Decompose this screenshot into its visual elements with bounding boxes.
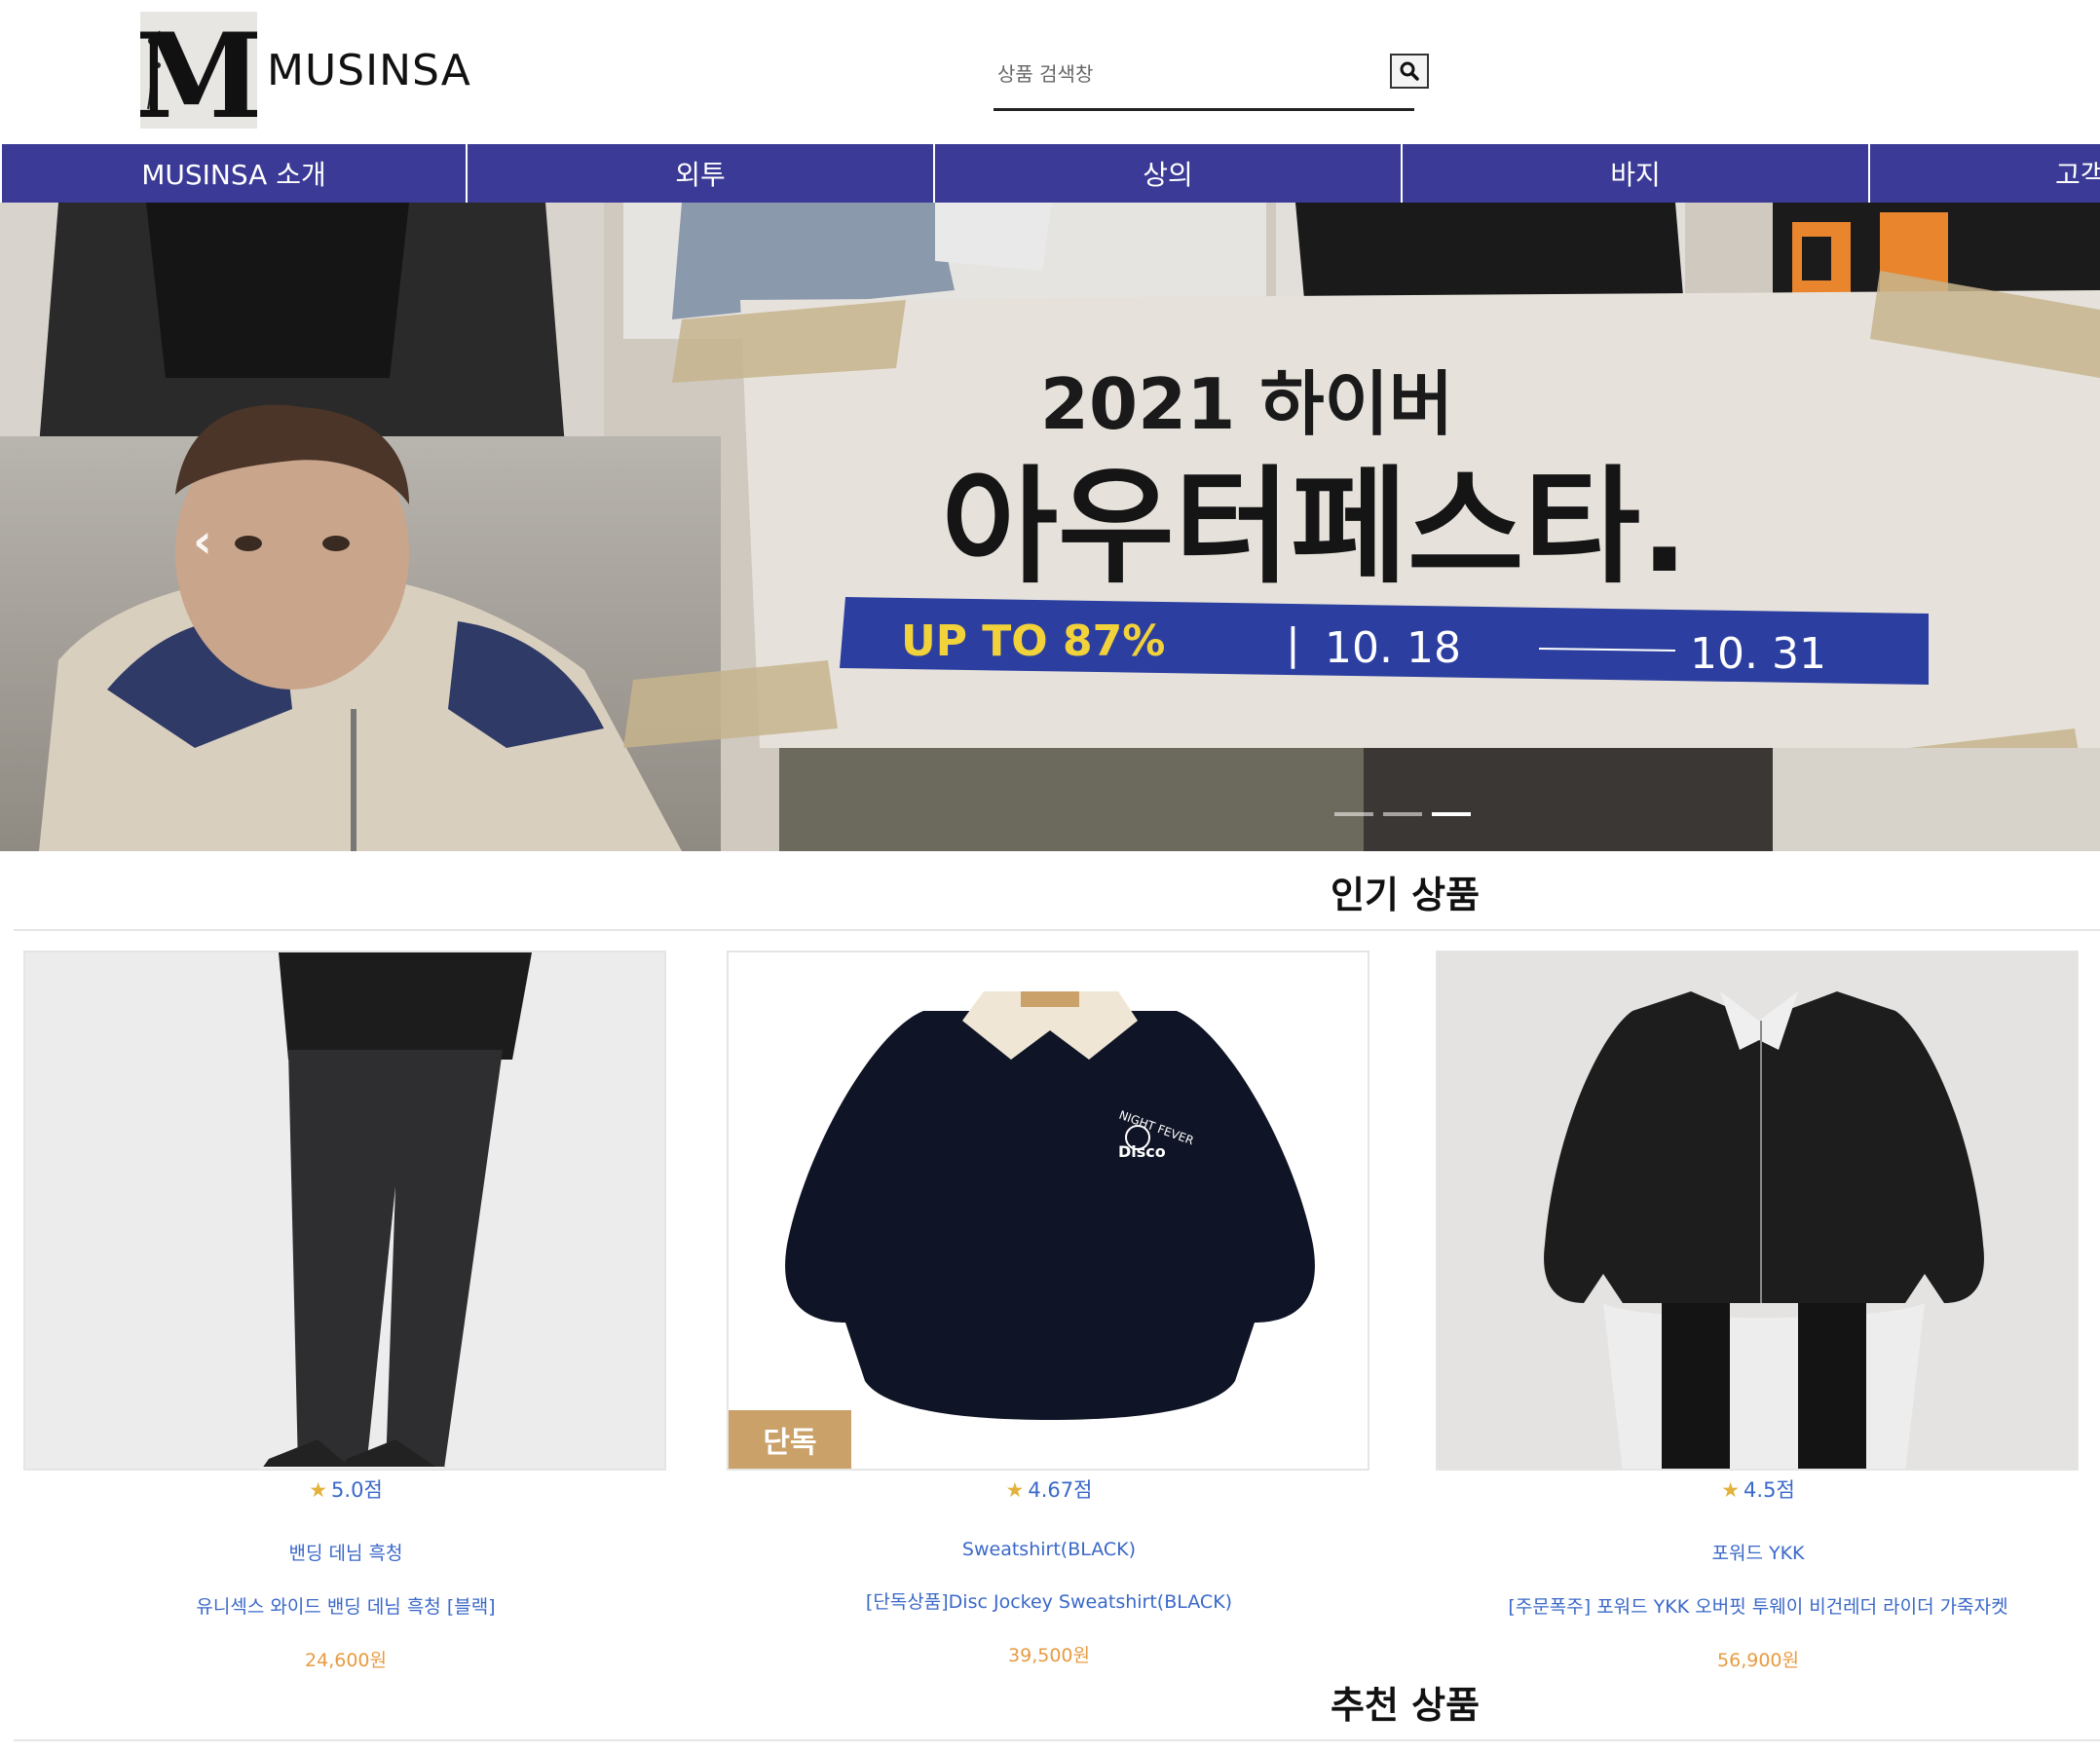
product-price: 56,900원 bbox=[1717, 1650, 1799, 1671]
banner-prev-arrow[interactable]: ‹ bbox=[193, 514, 212, 569]
product-brand[interactable]: 밴딩 데님 흑청 bbox=[23, 1539, 668, 1565]
nav-label: 상의 bbox=[1143, 159, 1193, 191]
banner-period-end: 10. 31 bbox=[1690, 629, 1826, 679]
banner-promo: UP TO 87% bbox=[901, 616, 1165, 666]
nav-label: 고객 bbox=[2055, 159, 2100, 191]
logo-letter: M bbox=[140, 12, 257, 129]
recommended-divider bbox=[14, 1739, 2100, 1741]
product-image[interactable] bbox=[23, 951, 666, 1471]
product-card-3[interactable]: ★ 4.5점 포워드 YKK [주문폭주] 포워드 YKK 오버핏 투웨이 비건레… bbox=[1436, 951, 2081, 1672]
search-button[interactable] bbox=[1390, 54, 1429, 89]
star-icon: ★ bbox=[1005, 1478, 1025, 1502]
hero-banner[interactable]: 2021 하이버 아우터페스타. UP TO 87% | 10. 18 10. … bbox=[0, 203, 2100, 851]
search-bar bbox=[994, 47, 1429, 111]
popular-section-title: 인기 상품 bbox=[1331, 874, 1481, 916]
product-image[interactable]: NIGHT FEVER Disco 단독 bbox=[727, 951, 1369, 1471]
star-icon: ★ bbox=[309, 1478, 328, 1502]
banner-indicator-1[interactable] bbox=[1334, 812, 1373, 816]
print-bottom: Disco bbox=[1118, 1142, 1166, 1161]
product-price: 39,500원 bbox=[1008, 1645, 1090, 1666]
product-name[interactable]: [단독상품]Disc Jockey Sweatshirt(BLACK) bbox=[727, 1587, 1371, 1614]
logo-text: MUSINSA bbox=[267, 45, 471, 95]
product-rating: ★ 4.5점 bbox=[1721, 1478, 1795, 1502]
product-name[interactable]: 유니섹스 와이드 밴딩 데님 흑청 [블랙] bbox=[23, 1592, 668, 1619]
nav-item-customer[interactable]: 고객 bbox=[1870, 144, 2100, 203]
nav-item-outer[interactable]: 외투 bbox=[468, 144, 935, 203]
banner-image: 2021 하이버 아우터페스타. UP TO 87% | 10. 18 10. … bbox=[0, 203, 2100, 851]
product-image[interactable] bbox=[1436, 951, 2079, 1471]
recommended-section-title: 추천 상품 bbox=[1331, 1684, 1481, 1727]
nav-label: 외투 bbox=[675, 159, 726, 191]
product-card-1[interactable]: ★ 5.0점 밴딩 데님 흑청 유니섹스 와이드 밴딩 데님 흑청 [블랙] 24… bbox=[23, 951, 668, 1672]
banner-indicators bbox=[1334, 812, 1471, 816]
banner-headline-small: 2021 하이버 bbox=[1040, 363, 1453, 445]
banner-indicator-2[interactable] bbox=[1383, 812, 1422, 816]
product-name[interactable]: [주문폭주] 포워드 YKK 오버핏 투웨이 비건레더 라이더 가죽자켓 bbox=[1436, 1592, 2081, 1619]
site-header: M MUSINSA bbox=[0, 0, 2100, 144]
product-rating: ★ 4.67점 bbox=[1005, 1478, 1093, 1502]
search-icon bbox=[1400, 61, 1419, 81]
main-nav: MUSINSA 소개 외투 상의 바지 고객 bbox=[0, 144, 2100, 203]
product-price: 24,600원 bbox=[305, 1650, 387, 1671]
star-icon: ★ bbox=[1721, 1478, 1741, 1502]
nav-label: MUSINSA 소개 bbox=[141, 159, 326, 191]
svg-text:|: | bbox=[1286, 619, 1300, 669]
search-input[interactable] bbox=[997, 53, 1368, 95]
logo-mark: M bbox=[140, 12, 257, 129]
product-card-2[interactable]: NIGHT FEVER Disco 단독 ★ 4.67점 Sweatshirt(B… bbox=[727, 951, 1371, 1667]
nav-label: 바지 bbox=[1610, 159, 1661, 191]
banner-indicator-3[interactable] bbox=[1432, 812, 1471, 816]
product-rating: ★ 5.0점 bbox=[309, 1478, 383, 1502]
site-logo[interactable]: M MUSINSA bbox=[140, 12, 471, 129]
product-brand[interactable]: 포워드 YKK bbox=[1436, 1539, 2081, 1565]
nav-item-about[interactable]: MUSINSA 소개 bbox=[0, 144, 468, 203]
popular-divider bbox=[14, 929, 2100, 931]
banner-period-start: 10. 18 bbox=[1325, 623, 1461, 673]
nav-item-top[interactable]: 상의 bbox=[935, 144, 1403, 203]
nav-item-pants[interactable]: 바지 bbox=[1403, 144, 1870, 203]
exclusive-badge: 단독 bbox=[729, 1410, 851, 1469]
banner-headline-large: 아우터페스타. bbox=[942, 453, 1689, 601]
product-brand[interactable]: Sweatshirt(BLACK) bbox=[727, 1539, 1371, 1560]
